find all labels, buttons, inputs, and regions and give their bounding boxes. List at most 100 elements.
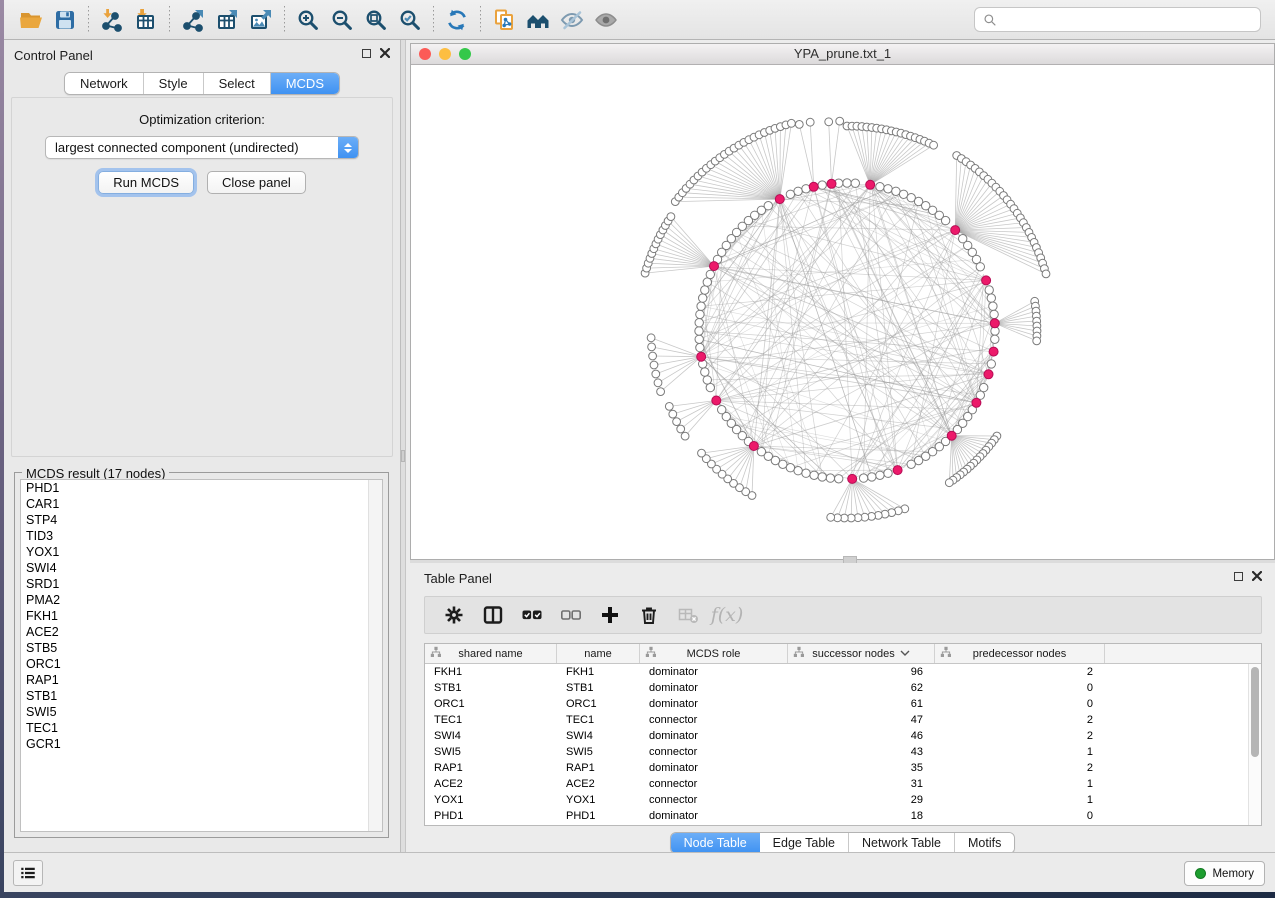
cell-shared-name[interactable]: ORC1 (425, 696, 557, 712)
cell-MCDS-role[interactable]: dominator (640, 664, 788, 680)
cell-MCDS-role[interactable]: connector (640, 744, 788, 760)
network-graph[interactable] (411, 65, 1274, 559)
first-neighbors-button[interactable] (521, 5, 555, 35)
tab-motifs[interactable]: Motifs (955, 833, 1014, 853)
cell-MCDS-role[interactable]: dominator (640, 760, 788, 776)
cell-MCDS-role[interactable]: connector (640, 776, 788, 792)
mcds-result-item[interactable]: TID3 (21, 528, 382, 544)
mcds-result-item[interactable]: CAR1 (21, 496, 382, 512)
zoom-out-button[interactable] (325, 5, 359, 35)
tab-style[interactable]: Style (144, 73, 204, 94)
cell-predecessor-nodes[interactable]: 0 (935, 808, 1105, 824)
cell-successor-nodes[interactable]: 96 (788, 664, 935, 680)
cell-shared-name[interactable]: RAP1 (425, 760, 557, 776)
close-panel-icon[interactable] (380, 48, 390, 58)
select-all-checks-button[interactable] (517, 601, 547, 629)
cell-name[interactable]: RAP1 (557, 760, 640, 776)
maximize-window-icon[interactable] (459, 48, 471, 60)
mcds-result-item[interactable]: ACE2 (21, 624, 382, 640)
network-from-selection-button[interactable] (487, 5, 521, 35)
splitter-grip[interactable] (401, 450, 405, 462)
network-titlebar[interactable]: YPA_prune.txt_1 (411, 44, 1274, 65)
mcds-result-item[interactable]: STB1 (21, 688, 382, 704)
cell-name[interactable]: YOX1 (557, 792, 640, 808)
cell-shared-name[interactable]: ACE2 (425, 776, 557, 792)
zoom-selected-button[interactable] (393, 5, 427, 35)
cell-name[interactable]: SWI4 (557, 728, 640, 744)
cell-name[interactable]: FKH1 (557, 664, 640, 680)
table-scrollbar[interactable] (1248, 664, 1261, 825)
cell-MCDS-role[interactable]: dominator (640, 728, 788, 744)
cell-predecessor-nodes[interactable]: 2 (935, 760, 1105, 776)
cell-successor-nodes[interactable]: 62 (788, 680, 935, 696)
result-list-scrollbar[interactable] (368, 480, 382, 831)
table-row[interactable]: STB1STB1dominator620 (425, 680, 1261, 696)
cell-successor-nodes[interactable]: 35 (788, 760, 935, 776)
mcds-result-item[interactable]: ORC1 (21, 656, 382, 672)
mcds-result-item[interactable]: TEC1 (21, 720, 382, 736)
cell-predecessor-nodes[interactable]: 2 (935, 728, 1105, 744)
show-panels-button[interactable] (13, 860, 43, 886)
table-row[interactable]: RAP1RAP1dominator352 (425, 760, 1261, 776)
open-session-button[interactable] (14, 5, 48, 35)
cell-name[interactable]: SWI5 (557, 744, 640, 760)
column-settings-gear-button[interactable] (439, 601, 469, 629)
deselect-all-checks-button[interactable] (556, 601, 586, 629)
save-session-button[interactable] (48, 5, 82, 35)
tab-mcds[interactable]: MCDS (271, 73, 339, 94)
cell-predecessor-nodes[interactable]: 0 (935, 680, 1105, 696)
apply-layout-button[interactable] (440, 5, 474, 35)
network-canvas[interactable] (411, 65, 1274, 559)
cell-MCDS-role[interactable]: dominator (640, 680, 788, 696)
table-row[interactable]: ACE2ACE2connector311 (425, 776, 1261, 792)
cell-successor-nodes[interactable]: 29 (788, 792, 935, 808)
tab-network[interactable]: Network (65, 73, 144, 94)
mcds-result-item[interactable]: FKH1 (21, 608, 382, 624)
cell-predecessor-nodes[interactable]: 2 (935, 664, 1105, 680)
export-table-button[interactable] (210, 5, 244, 35)
search-input[interactable] (1003, 13, 1252, 27)
close-panel-icon[interactable] (1252, 571, 1262, 581)
table-row[interactable]: PHD1PHD1dominator180 (425, 808, 1261, 824)
mcds-result-item[interactable]: SWI4 (21, 560, 382, 576)
column-header-MCDS-role[interactable]: MCDS role (640, 644, 788, 663)
column-header-shared-name[interactable]: shared name (425, 644, 557, 663)
memory-button[interactable]: Memory (1184, 861, 1265, 886)
table-row[interactable]: ORC1ORC1dominator610 (425, 696, 1261, 712)
mcds-result-item[interactable]: STB5 (21, 640, 382, 656)
minimize-window-icon[interactable] (439, 48, 451, 60)
column-header-name[interactable]: name (557, 644, 640, 663)
close-window-icon[interactable] (419, 48, 431, 60)
show-hide-columns-button[interactable] (478, 601, 508, 629)
run-mcds-button[interactable]: Run MCDS (98, 171, 194, 194)
search-box[interactable] (974, 7, 1261, 32)
cell-predecessor-nodes[interactable]: 1 (935, 744, 1105, 760)
cell-shared-name[interactable]: PHD1 (425, 808, 557, 824)
column-header-predecessor-nodes[interactable]: predecessor nodes (935, 644, 1105, 663)
tab-select[interactable]: Select (204, 73, 271, 94)
cell-shared-name[interactable]: SWI4 (425, 728, 557, 744)
import-table-button[interactable] (129, 5, 163, 35)
table-row[interactable]: FKH1FKH1dominator962 (425, 664, 1261, 680)
cell-name[interactable]: STB1 (557, 680, 640, 696)
cell-MCDS-role[interactable]: dominator (640, 808, 788, 824)
cell-successor-nodes[interactable]: 46 (788, 728, 935, 744)
show-all-button[interactable] (589, 5, 623, 35)
column-header-successor-nodes[interactable]: successor nodes (788, 644, 935, 663)
delete-column-trash-button[interactable] (634, 601, 664, 629)
scrollbar-thumb[interactable] (1251, 667, 1259, 757)
tab-node-table[interactable]: Node Table (671, 833, 760, 853)
cell-shared-name[interactable]: SWI5 (425, 744, 557, 760)
hide-selection-button[interactable] (555, 5, 589, 35)
table-row[interactable]: SWI5SWI5connector431 (425, 744, 1261, 760)
mcds-result-item[interactable]: STP4 (21, 512, 382, 528)
tab-edge-table[interactable]: Edge Table (760, 833, 849, 853)
mcds-result-list[interactable]: PHD1CAR1STP4TID3YOX1SWI4SRD1PMA2FKH1ACE2… (20, 479, 383, 832)
mcds-result-item[interactable]: GCR1 (21, 736, 382, 752)
optimization-criterion-select[interactable]: largest connected component (undirected) (45, 136, 359, 159)
cell-successor-nodes[interactable]: 61 (788, 696, 935, 712)
cell-name[interactable]: ACE2 (557, 776, 640, 792)
cell-shared-name[interactable]: TEC1 (425, 712, 557, 728)
mcds-result-item[interactable]: SWI5 (21, 704, 382, 720)
mcds-result-item[interactable]: PHD1 (21, 480, 382, 496)
